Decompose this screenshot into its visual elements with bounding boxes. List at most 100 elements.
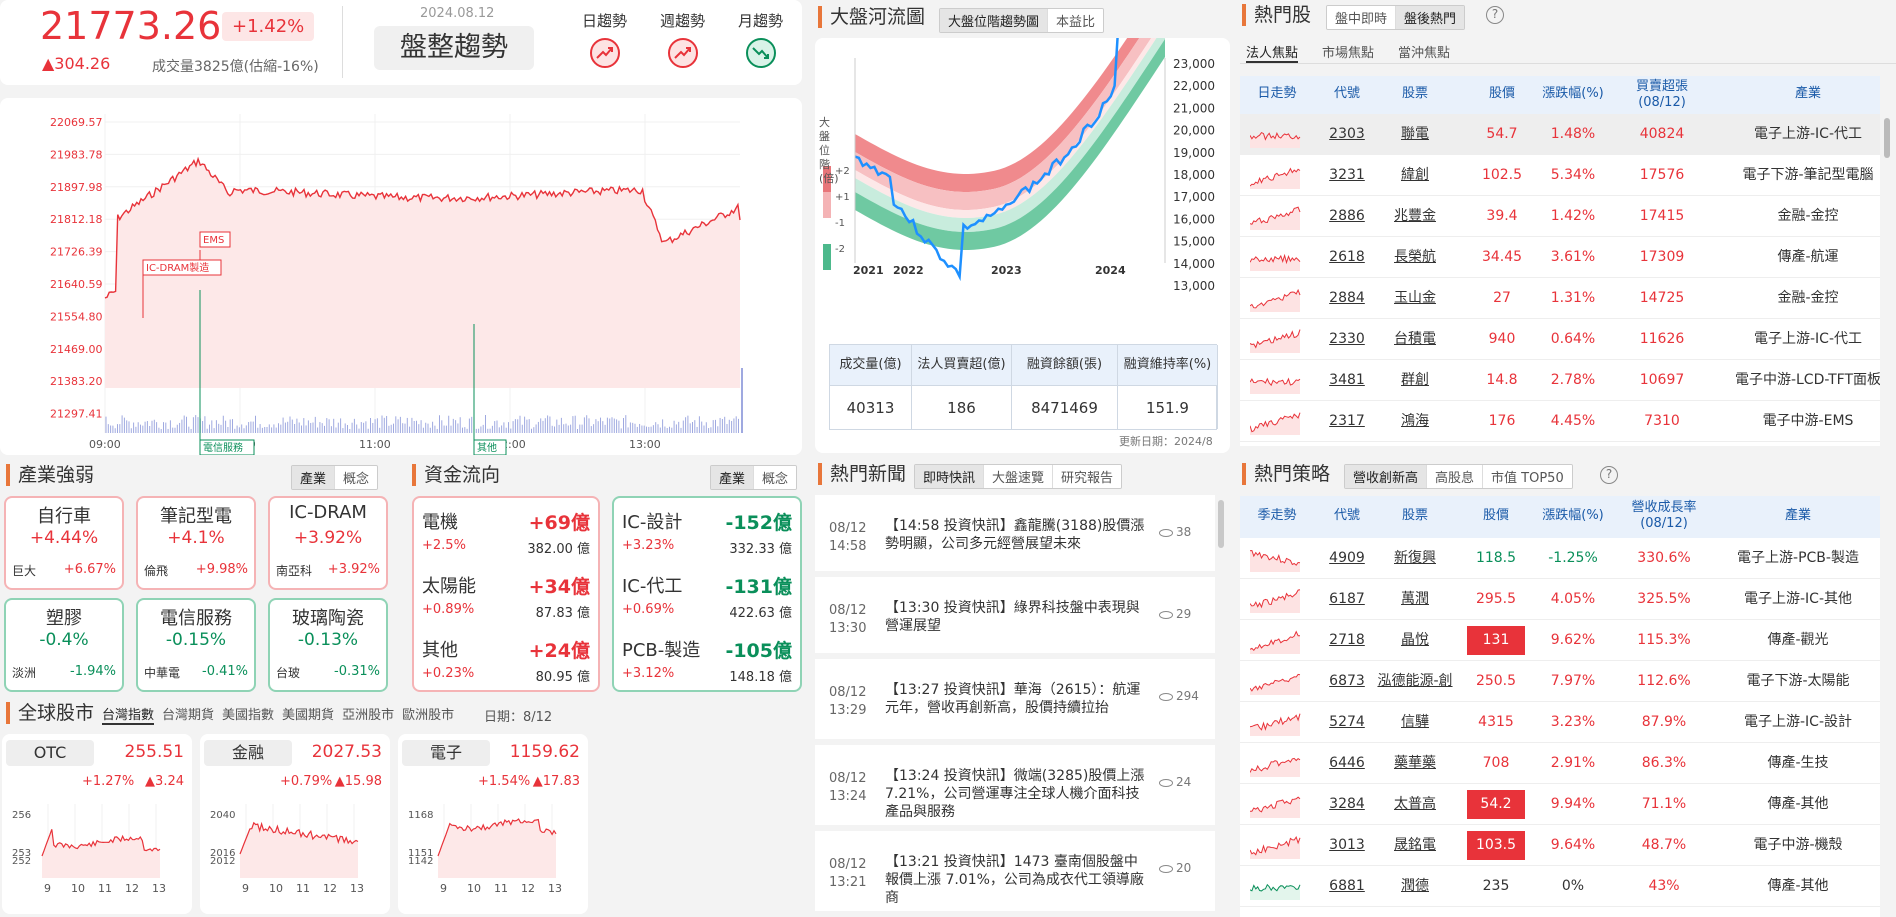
industry-card[interactable]: 筆記型電 +4.1% 倫飛 +9.98% [136,496,256,590]
tab-industry[interactable]: 產業 [292,466,336,489]
industry-card[interactable]: 玻璃陶瓷 -0.13% 台玻 -0.31% [268,598,388,692]
strategy-cell-code[interactable]: 6187 [1317,579,1377,620]
news-scrollbar[interactable] [1218,500,1224,548]
strategy-cell-name[interactable]: 信驊 [1370,702,1460,743]
global-index-card[interactable]: 金融 2027.53 +0.79% ▲15.98 2040 2016 2012 9 10 11 12… [200,734,390,914]
event-tag[interactable]: IC-DRAM製造 [142,259,222,276]
tab-river-level[interactable]: 大盤位階趨勢圖 [940,9,1049,32]
tab-flow-industry[interactable]: 產業 [711,466,755,489]
intraday-chart[interactable]: 22069.57 21983.78 21897.98 21812.18 21726.39… [0,98,802,455]
news-headline[interactable]: 【13:30 投資快訊】綠界科技盤中表現與營運展望 [885,599,1147,635]
trend-up-icon[interactable] [590,38,620,68]
strategy-cell-code[interactable]: 5274 [1317,702,1377,743]
global-index-card[interactable]: OTC 255.51 +1.27% ▲3.24 256 253 252 9 10 11 12 13 [2,734,192,914]
table-row[interactable]: 5274 信驊 4315 3.23% 87.9% 電子上游-IC-設計 [1240,702,1880,743]
news-headline[interactable]: 【14:58 投資快訊】鑫龍騰(3188)股價漲勢明顯，公司多元經營展望未來 [885,517,1147,553]
table-row[interactable]: 2317 鴻海 176 4.45% 7310 電子中游-EMS [1240,401,1880,442]
hot-column-header[interactable]: 代號 [1317,86,1377,102]
strategy-cell-name[interactable]: 晟銘電 [1370,825,1460,866]
help-icon[interactable]: ? [1600,466,1618,484]
news-item[interactable]: 08/12 13:30 【13:30 投資快訊】綠界科技盤中表現與營運展望 29 [815,577,1215,653]
table-row[interactable]: 2618 長榮航 34.45 3.61% 17309 傳產-航運 [1240,237,1880,278]
table-row[interactable]: 6873 泓德能源-創 250.5 7.97% 112.6% 電子下游-太陽能 [1240,661,1880,702]
news-item[interactable]: 08/12 13:21 【13:21 投資快訊】1473 臺南個股盤中報價上漲 7.… [815,831,1215,911]
hot-subtab[interactable]: 當沖焦點 [1398,42,1450,61]
hot-column-header[interactable]: 股價 [1472,86,1532,102]
news-item[interactable]: 08/12 13:29 【13:27 投資快訊】華海（2615）：航運元年，營收再創… [815,659,1215,739]
strategy-column-header[interactable]: 營收成長率(08/12) [1614,500,1714,532]
strategy-column-header[interactable]: 股票 [1370,508,1460,524]
tab-flow-concept[interactable]: 概念 [754,466,797,489]
help-icon[interactable]: ? [1486,6,1504,24]
strategy-cell-name[interactable]: 藥華藥 [1370,743,1460,784]
hot-cell-name[interactable]: 長榮航 [1375,237,1455,278]
strategy-cell-code[interactable]: 6446 [1317,743,1377,784]
flow-industry-name[interactable]: PCB-製造 [622,636,700,662]
strategy-cell-code[interactable]: 6881 [1317,866,1377,907]
strategy-column-header[interactable]: 股價 [1466,508,1526,524]
strategy-cell-name[interactable]: 泓德能源-創 [1370,661,1460,702]
news-headline[interactable]: 【13:21 投資快訊】1473 臺南個股盤中報價上漲 7.01%，公司為成衣代… [885,853,1147,907]
table-row[interactable]: 3284 太普高 54.2 9.94% 71.1% 傳產-其他 [1240,784,1880,825]
hot-subtab[interactable]: 市場焦點 [1322,42,1374,61]
strategy-cell-code[interactable]: 4909 [1317,538,1377,579]
tab-strategy[interactable]: 高股息 [1427,465,1484,488]
industry-card[interactable]: IC-DRAM +3.92% 南亞科 +3.92% [268,496,388,590]
tab-strategy[interactable]: 營收創新高 [1345,465,1428,488]
strategy-column-header[interactable]: 季走勢 [1242,508,1312,524]
hot-cell-name[interactable]: 台積電 [1375,319,1455,360]
tab-news[interactable]: 大盤速覽 [984,465,1054,488]
strategy-cell-code[interactable]: 2718 [1317,620,1377,661]
table-row[interactable]: 2886 兆豐金 39.4 1.42% 17415 金融-金控 [1240,196,1880,237]
tab-global-market[interactable]: 台灣期貨 [162,704,214,725]
hot-cell-code[interactable]: 2618 [1317,237,1377,278]
table-row[interactable]: 6881 潤德 235 0% 43% 傳產-其他 [1240,866,1880,907]
news-headline[interactable]: 【13:27 投資快訊】華海（2615）：航運元年，營收再創新高，股價持續拉抬 [885,681,1147,717]
news-item[interactable]: 08/12 13:24 【13:24 投資快訊】微端(3285)股價上漲7.21%，… [815,745,1215,825]
tab-global-market[interactable]: 美國指數 [222,704,274,725]
strategy-cell-name[interactable]: 新復興 [1370,538,1460,579]
tab-global-market[interactable]: 台灣指數 [102,704,155,725]
industry-card[interactable]: 塑膠 -0.4% 淡洲 -1.94% [4,598,124,692]
table-row[interactable]: 2303 聯電 54.7 1.48% 40824 電子上游-IC-代工 [1240,114,1880,155]
tab-global-market[interactable]: 美國期貨 [282,704,334,725]
table-row[interactable]: 4909 新復興 118.5 -1.25% 330.6% 電子上游-PCB-製造 [1240,538,1880,579]
global-index-card[interactable]: 電子 1159.62 +1.54% ▲17.83 1168 1151 1142 9 10 11 12… [398,734,588,914]
flow-industry-name[interactable]: IC-設計 [622,508,682,534]
strategy-column-header[interactable]: 代號 [1317,508,1377,524]
hot-column-header[interactable]: 買賣超張(08/12) [1617,79,1707,111]
strategy-column-header[interactable]: 產業 [1713,508,1883,524]
hot-cell-code[interactable]: 2886 [1317,196,1377,237]
hot-cell-code[interactable]: 2303 [1317,114,1377,155]
table-row[interactable]: 2884 玉山金 27 1.31% 14725 金融-金控 [1240,278,1880,319]
trend-down-icon[interactable] [746,38,776,68]
table-row[interactable]: 3231 緯創 102.5 5.34% 17576 電子下游-筆記型電腦 [1240,155,1880,196]
table-row[interactable]: 2330 台積電 940 0.64% 11626 電子上游-IC-代工 [1240,319,1880,360]
hot-scrollbar[interactable] [1884,118,1890,158]
tab-hot-intraday[interactable]: 盤中即時 [1327,6,1397,29]
strategy-cell-code[interactable]: 3013 [1317,825,1377,866]
strategy-cell-name[interactable]: 太普高 [1370,784,1460,825]
hot-cell-name[interactable]: 玉山金 [1375,278,1455,319]
hot-cell-code[interactable]: 3481 [1317,360,1377,401]
table-row[interactable]: 2718 晶悅 131 9.62% 115.3% 傳產-觀光 [1240,620,1880,661]
table-row[interactable]: 6187 萬潤 295.5 4.05% 325.5% 電子上游-IC-其他 [1240,579,1880,620]
industry-card[interactable]: 自行車 +4.44% 巨大 +6.67% [4,496,124,590]
strategy-column-header[interactable]: 漲跌幅(%) [1533,508,1613,524]
trend-up-icon[interactable] [668,38,698,68]
hot-column-header[interactable]: 股票 [1375,86,1455,102]
table-row[interactable]: 3013 晟銘電 103.5 9.64% 48.7% 電子中游-機殼 [1240,825,1880,866]
hot-cell-name[interactable]: 鴻海 [1375,401,1455,442]
tab-global-market[interactable]: 亞洲股市 [342,704,394,725]
table-row[interactable]: 3481 群創 14.8 2.78% 10697 電子中游-LCD-TFT面板 [1240,360,1880,401]
event-tag[interactable]: EMS [199,231,231,248]
hot-cell-name[interactable]: 緯創 [1375,155,1455,196]
hot-subtab[interactable]: 法人焦點 [1246,42,1299,63]
strategy-cell-code[interactable]: 3284 [1317,784,1377,825]
tab-strategy[interactable]: 市值 TOP50 [1483,465,1572,488]
flow-industry-name[interactable]: 電機 [422,508,458,534]
strategy-cell-name[interactable]: 萬潤 [1370,579,1460,620]
hot-cell-code[interactable]: 2330 [1317,319,1377,360]
hot-column-header[interactable]: 漲跌幅(%) [1533,86,1613,102]
tab-river-pe[interactable]: 本益比 [1048,9,1104,32]
